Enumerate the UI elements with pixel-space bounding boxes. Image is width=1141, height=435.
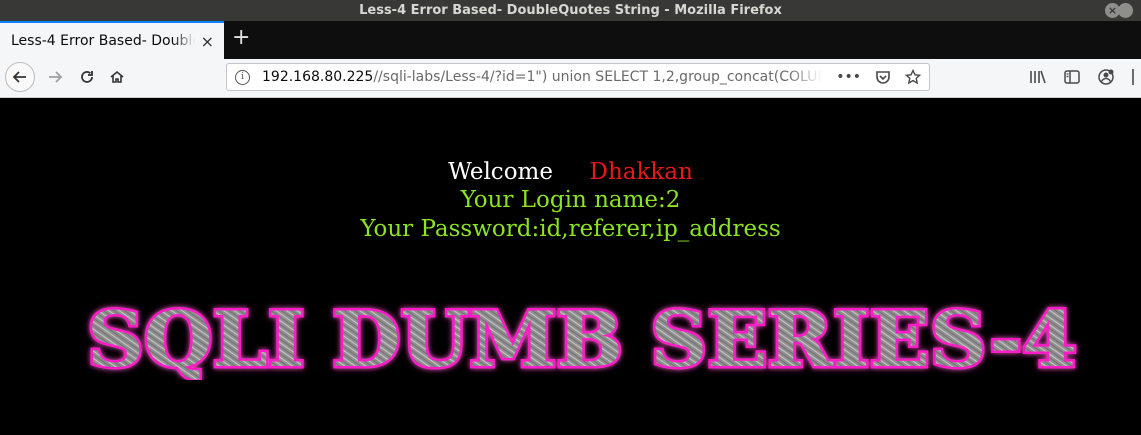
reload-button[interactable] xyxy=(76,65,98,89)
tab-active[interactable]: Less-4 Error Based- DoubleQuotes String … xyxy=(0,21,224,59)
forward-arrow-icon xyxy=(49,71,63,83)
home-button[interactable] xyxy=(106,65,128,89)
back-button[interactable] xyxy=(5,62,35,92)
tab-title: Less-4 Error Based- DoubleQuotes String xyxy=(11,33,195,49)
window-extra-button[interactable] xyxy=(1118,3,1133,18)
window-titlebar: Less-4 Error Based- DoubleQuotes String … xyxy=(0,0,1141,21)
pocket-icon[interactable] xyxy=(875,69,891,85)
tab-strip: Less-4 Error Based- DoubleQuotes String … xyxy=(0,21,1141,59)
home-icon xyxy=(110,70,124,83)
menu-icon[interactable] xyxy=(1131,68,1135,86)
new-tab-button[interactable]: + xyxy=(232,26,250,50)
user-name: Dhakkan xyxy=(589,159,693,185)
url-host: 192.168.80.225 xyxy=(262,69,374,85)
bookmark-star-icon[interactable] xyxy=(905,69,921,85)
reload-icon xyxy=(81,71,93,83)
welcome-label: Welcome xyxy=(448,159,553,185)
address-bar[interactable]: i 192.168.80.225//sqli-labs/Less-4/?id=1… xyxy=(226,63,930,91)
navigation-toolbar: i 192.168.80.225//sqli-labs/Less-4/?id=1… xyxy=(0,59,1141,98)
sidebar-icon[interactable] xyxy=(1063,69,1081,85)
account-icon[interactable] xyxy=(1097,68,1115,86)
url-path: //sqli-labs/Less-4/?id=1") union SELECT … xyxy=(373,69,822,85)
info-icon[interactable]: i xyxy=(235,69,250,85)
forward-button[interactable] xyxy=(44,65,66,89)
banner-text: SQLI DUMB SERIES-4 xyxy=(87,298,1077,380)
page-content: Welcome Dhakkan Your Login name:2 Your P… xyxy=(0,98,1141,435)
back-arrow-icon xyxy=(12,71,26,83)
tab-close-icon[interactable]: × xyxy=(201,32,214,51)
login-name-line: Your Login name:2 xyxy=(460,187,681,213)
library-icon[interactable] xyxy=(1029,69,1047,85)
page-actions-icon[interactable]: ••• xyxy=(836,69,861,85)
window-title: Less-4 Error Based- DoubleQuotes String … xyxy=(359,3,782,18)
url-text[interactable]: 192.168.80.225//sqli-labs/Less-4/?id=1")… xyxy=(262,69,822,85)
sqli-dumb-series-banner: SQLI DUMB SERIES-4 xyxy=(85,298,1080,380)
welcome-line: Welcome Dhakkan xyxy=(0,158,1141,186)
password-line: Your Password:id,referer,ip_address xyxy=(360,216,781,242)
